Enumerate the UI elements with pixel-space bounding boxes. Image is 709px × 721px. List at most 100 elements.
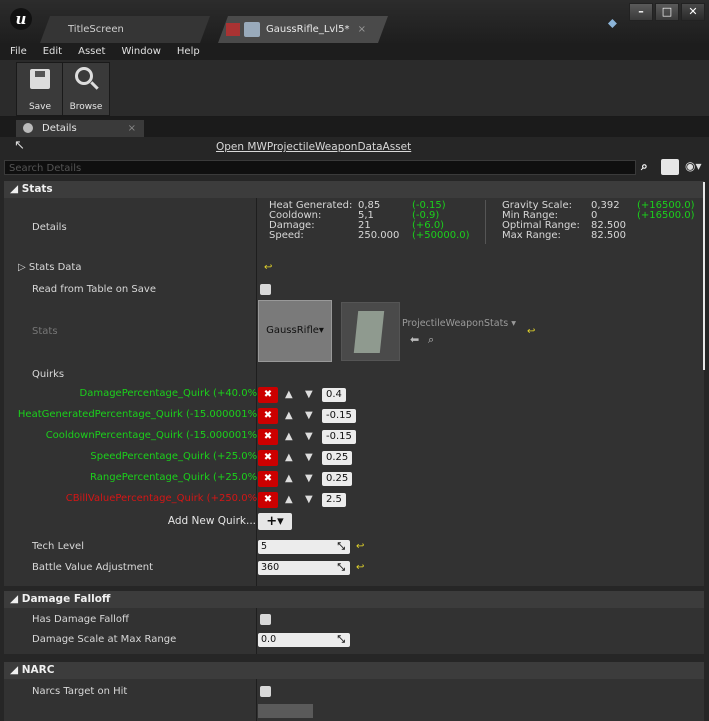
category-damage-falloff[interactable]: ◢ Damage Falloff — [4, 591, 704, 608]
tab-label: Details — [42, 123, 77, 134]
asset-picker-value: ProjectileWeaponStats — [402, 318, 509, 329]
quirk-value[interactable]: -0.15 — [322, 430, 356, 444]
reset-to-default-icon[interactable]: ↩ — [356, 541, 364, 552]
menu-edit[interactable]: Edit — [43, 46, 62, 57]
category-stats[interactable]: ◢ Stats — [4, 181, 704, 198]
quirk-value[interactable]: -0.15 — [322, 409, 356, 423]
stats-asset-preview[interactable] — [341, 302, 400, 361]
quirk-value[interactable]: 0.25 — [322, 472, 353, 486]
remove-quirk-button[interactable]: ✖ — [258, 492, 278, 508]
stats-data-label: Stats Data — [28, 262, 82, 273]
menu-asset[interactable]: Asset — [78, 46, 105, 57]
stats-values-left: 0,85 5,1 21 250.000 — [358, 201, 399, 241]
magnifier-icon — [75, 67, 93, 85]
move-down-icon[interactable]: ▼ — [305, 452, 313, 463]
move-down-icon[interactable]: ▼ — [305, 473, 313, 484]
stat-delta: (+16500.0) — [637, 210, 695, 221]
partial-field[interactable] — [258, 704, 313, 718]
menu-help[interactable]: Help — [177, 46, 200, 57]
details-icon — [23, 123, 33, 133]
close-button[interactable]: ✕ — [681, 3, 705, 21]
remove-quirk-button[interactable]: ✖ — [258, 471, 278, 487]
remove-quirk-button[interactable]: ✖ — [258, 450, 278, 466]
tab-title-screen[interactable]: TitleScreen — [40, 16, 210, 43]
maximize-button[interactable]: □ — [655, 3, 679, 21]
field-value: 0.0 — [261, 634, 277, 645]
save-button[interactable]: Save — [16, 62, 64, 116]
close-tab-icon[interactable]: × — [128, 120, 136, 137]
menu-window[interactable]: Window — [121, 46, 160, 57]
battle-value-field[interactable]: 360 ⤡ — [258, 561, 350, 575]
move-down-icon[interactable]: ▼ — [305, 410, 313, 421]
search-icon[interactable]: ⌕ — [641, 159, 648, 174]
move-down-icon[interactable]: ▼ — [305, 431, 313, 442]
move-up-icon[interactable]: ▲ — [285, 410, 293, 421]
quirk-name: HeatGeneratedPercentage_Quirk (-15.00000… — [17, 409, 261, 420]
tab-label: GaussRifle_Lvl5* — [266, 24, 350, 35]
picker-icon[interactable]: ↖ — [14, 138, 25, 153]
add-quirk-button[interactable]: +▾ — [258, 513, 292, 530]
tab-details[interactable]: Details × — [16, 120, 144, 137]
browse-asset-search-icon[interactable]: ⌕ — [428, 333, 434, 347]
remove-quirk-button[interactable]: ✖ — [258, 408, 278, 424]
move-up-icon[interactable]: ▲ — [285, 431, 293, 442]
stat-value: 250.000 — [358, 230, 400, 241]
read-from-table-label: Read from Table on Save — [32, 284, 156, 295]
unreal-logo-icon[interactable]: u — [10, 8, 32, 30]
eye-icon[interactable]: ◉▾ — [685, 159, 702, 173]
details-label: Details — [32, 222, 67, 233]
close-tab-icon[interactable]: × — [358, 16, 366, 43]
read-from-table-checkbox[interactable] — [260, 284, 271, 295]
quirk-name: RangePercentage_Quirk (+25.0%) — [90, 472, 261, 483]
reset-to-default-icon[interactable]: ↩ — [264, 262, 272, 273]
asset-type-icon — [226, 23, 240, 36]
stat-name: Max Range: — [502, 230, 561, 241]
minimize-button[interactable]: – — [629, 3, 653, 21]
tab-gauss-rifle[interactable]: GaussRifle_Lvl5* × — [218, 16, 388, 43]
quirk-value[interactable]: 0.25 — [322, 451, 353, 465]
remove-quirk-button[interactable]: ✖ — [258, 429, 278, 445]
menu-file[interactable]: File — [10, 46, 27, 57]
category-title: NARC — [21, 664, 55, 676]
stats-asset-label: Stats — [32, 326, 58, 337]
stat-value: 82.500 — [591, 230, 626, 241]
tech-level-field[interactable]: 5 ⤡ — [258, 540, 350, 554]
asset-picker-combo[interactable]: ProjectileWeaponStats ▾ — [402, 318, 516, 329]
save-label: Save — [28, 102, 52, 112]
field-value: 5 — [261, 541, 268, 552]
quirk-value[interactable]: 2.5 — [322, 493, 346, 507]
damage-scale-field[interactable]: 0.0 ⤡ — [258, 633, 350, 647]
remove-quirk-button[interactable]: ✖ — [258, 387, 278, 403]
move-up-icon[interactable]: ▲ — [285, 389, 293, 400]
move-down-icon[interactable]: ▼ — [305, 389, 313, 400]
reset-to-default-icon[interactable]: ↩ — [356, 562, 364, 573]
drag-resize-icon: ⤡ — [337, 541, 345, 552]
has-damage-falloff-label: Has Damage Falloff — [32, 614, 129, 625]
quirk-name: DamagePercentage_Quirk (+40.0%) — [79, 388, 261, 399]
category-narc[interactable]: ◢ NARC — [4, 662, 704, 679]
stats-asset-thumbnail[interactable]: GaussRifle▾ — [258, 300, 332, 362]
move-down-icon[interactable]: ▼ — [305, 494, 313, 505]
open-asset-link[interactable]: Open MWProjectileWeaponDataAsset — [216, 141, 411, 153]
reset-to-default-icon[interactable]: ↩ — [527, 326, 535, 337]
asset-name: GaussRifle — [266, 325, 319, 336]
has-damage-falloff-checkbox[interactable] — [260, 614, 271, 625]
move-up-icon[interactable]: ▲ — [285, 494, 293, 505]
stat-delta: (+50000.0) — [412, 230, 470, 241]
browse-button[interactable]: Browse — [62, 62, 110, 116]
scrollbar[interactable] — [703, 182, 705, 370]
quirk-value[interactable]: 0.4 — [322, 388, 346, 402]
stats-deltas-right: (+16500.0) (+16500.0) — [637, 201, 695, 221]
search-details-input[interactable]: Search Details — [4, 160, 636, 175]
battle-value-label: Battle Value Adjustment — [32, 562, 153, 573]
category-title: Stats — [21, 183, 53, 195]
move-up-icon[interactable]: ▲ — [285, 452, 293, 463]
source-control-icon[interactable]: ⬥ — [608, 16, 617, 31]
quirk-name: CBillValuePercentage_Quirk (+250.0%) — [65, 493, 261, 504]
stats-data-row[interactable]: ▷ Stats Data — [18, 262, 81, 273]
narcs-target-checkbox[interactable] — [260, 686, 271, 697]
property-matrix-button[interactable] — [661, 159, 679, 175]
use-selected-arrow-icon[interactable]: ⬅ — [410, 333, 419, 346]
tech-level-label: Tech Level — [32, 541, 84, 552]
move-up-icon[interactable]: ▲ — [285, 473, 293, 484]
